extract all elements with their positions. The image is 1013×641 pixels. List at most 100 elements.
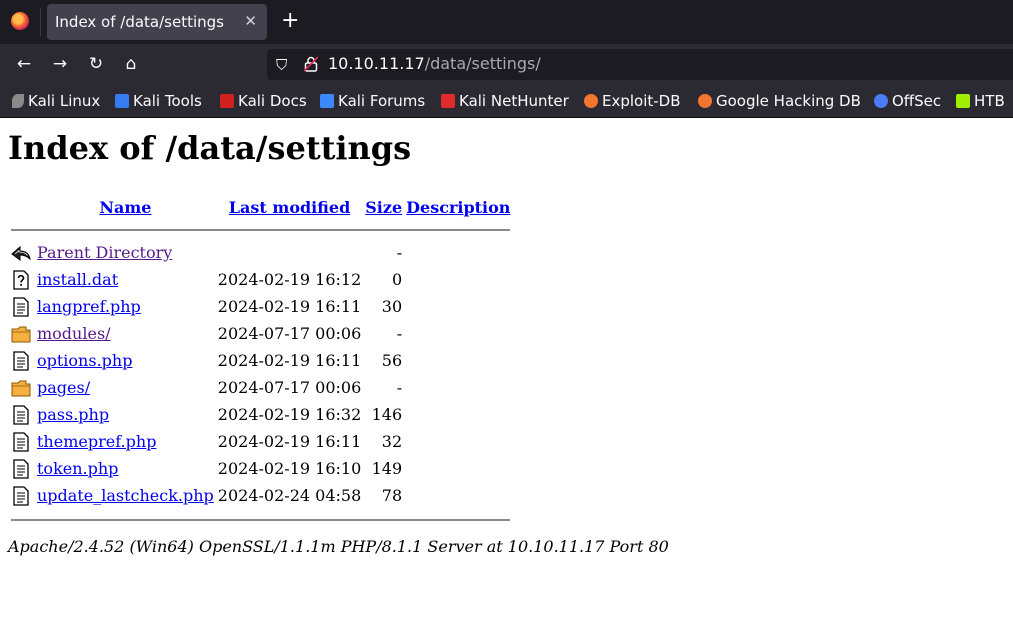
modified-cell: 2024-02-19 16:11: [217, 351, 362, 370]
firefox-logo-icon[interactable]: [11, 12, 29, 30]
kali-forums-icon: [320, 94, 334, 108]
sort-by-size-link[interactable]: Size: [365, 198, 402, 217]
page-content: Index of /data/settings Name Last modifi…: [0, 118, 1013, 641]
url-text[interactable]: 10.10.11.17/data/settings/: [328, 54, 541, 73]
bookmark-label: Kali Docs: [238, 92, 307, 110]
divider: [11, 229, 511, 231]
offsec-icon: [874, 94, 888, 108]
bookmark-label: Kali Tools: [133, 92, 202, 110]
home-button[interactable]: ⌂: [119, 44, 143, 85]
bookmark-label: HTB: [974, 92, 1005, 110]
modified-cell: 2024-02-19 16:11: [217, 297, 362, 316]
back-icon: [10, 240, 34, 265]
kali-dragon-icon: [12, 94, 24, 108]
folder-link[interactable]: pages/: [37, 378, 90, 397]
new-tab-button[interactable]: +: [281, 8, 299, 34]
header-separator-row: [10, 220, 511, 232]
bookmark-kali-forums[interactable]: Kali Forums: [320, 92, 425, 110]
file-link[interactable]: themepref.php: [37, 432, 156, 451]
tab-divider: [40, 8, 41, 36]
bookmark-label: Google Hacking DB: [716, 92, 861, 110]
table-row: install.dat 2024-02-19 16:12 0: [10, 267, 511, 292]
sort-by-name-link[interactable]: Name: [99, 198, 151, 217]
exploit-db-icon: [584, 94, 598, 108]
text-file-icon: [10, 348, 34, 373]
back-button[interactable]: ←: [12, 44, 36, 85]
size-cell: -: [396, 324, 403, 343]
tab-close-icon[interactable]: ✕: [244, 12, 257, 30]
description-cell: [405, 375, 511, 400]
folder-link[interactable]: modules/: [37, 324, 111, 343]
sort-by-modified-link[interactable]: Last modified: [229, 198, 350, 217]
modified-cell: [217, 240, 362, 265]
file-link[interactable]: install.dat: [37, 270, 118, 289]
page-title: Index of /data/settings: [8, 129, 412, 167]
file-link[interactable]: pass.php: [37, 405, 109, 424]
url-host: 10.10.11.17: [328, 54, 425, 73]
description-column-header: Description: [405, 196, 511, 218]
table-row: pages/ 2024-07-17 00:06 -: [10, 375, 511, 400]
bookmark-label: OffSec: [892, 92, 942, 110]
directory-listing-table: Name Last modified Size Description Pare…: [8, 194, 513, 524]
modified-cell: 2024-02-19 16:12: [217, 270, 362, 289]
tracking-shield-icon[interactable]: ⛉: [276, 56, 287, 74]
bookmark-kali-linux[interactable]: Kali Linux: [12, 92, 100, 110]
file-link[interactable]: options.php: [37, 351, 132, 370]
bookmark-htb[interactable]: HTB: [956, 92, 1005, 110]
navigation-bar: ← → ↻ ⌂ ⛉ 10.10.11.17/data/settings/: [0, 44, 1013, 85]
file-link[interactable]: update_lastcheck.php: [37, 486, 214, 505]
modified-cell: 2024-02-19 16:10: [217, 459, 362, 478]
url-bar[interactable]: ⛉ 10.10.11.17/data/settings/: [267, 49, 1013, 80]
size-cell: 32: [381, 432, 403, 451]
bookmark-kali-docs[interactable]: Kali Docs: [220, 92, 307, 110]
table-row: Parent Directory -: [10, 240, 511, 265]
bookmark-label: Kali Forums: [338, 92, 426, 110]
table-row: token.php 2024-02-19 16:10 149: [10, 456, 511, 481]
file-link[interactable]: token.php: [37, 459, 118, 478]
modified-cell: 2024-02-19 16:32: [217, 405, 362, 424]
table-row: options.php 2024-02-19 16:11 56: [10, 348, 511, 373]
kali-docs-icon: [220, 94, 234, 108]
reload-button[interactable]: ↻: [84, 44, 108, 85]
bookmark-offsec[interactable]: OffSec: [874, 92, 941, 110]
kali-nethunter-icon: [441, 94, 455, 108]
parent-directory-link[interactable]: Parent Directory: [37, 243, 172, 262]
bookmark-kali-tools[interactable]: Kali Tools: [115, 92, 202, 110]
description-cell: [405, 456, 511, 481]
text-file-icon: [10, 429, 34, 454]
unknown-file-icon: [10, 267, 34, 292]
bookmark-exploit-db[interactable]: Exploit-DB: [584, 92, 681, 110]
folder-icon: [10, 321, 34, 346]
description-cell: [405, 429, 511, 454]
modified-cell: 2024-07-17 00:06: [217, 378, 362, 397]
table-row: pass.php 2024-02-19 16:32 146: [10, 402, 511, 427]
size-cell: 149: [371, 459, 403, 478]
tab-active[interactable]: Index of /data/settings ✕: [47, 4, 267, 40]
size-cell: 0: [391, 270, 403, 289]
sort-by-description-link[interactable]: Description: [406, 198, 510, 217]
tab-title: Index of /data/settings: [55, 13, 224, 31]
table-header-row: Name Last modified Size Description: [10, 196, 511, 218]
size-cell: 78: [381, 486, 403, 505]
table-row: langpref.php 2024-02-19 16:11 30: [10, 294, 511, 319]
insecure-lock-icon[interactable]: [304, 56, 318, 72]
forward-button[interactable]: →: [48, 44, 72, 85]
description-cell: [405, 402, 511, 427]
size-cell: 56: [381, 351, 403, 370]
spacer-row: [10, 234, 511, 238]
htb-cube-icon: [956, 94, 970, 108]
modified-column-header: Last modified: [217, 196, 362, 218]
modified-cell: 2024-07-17 00:06: [217, 324, 362, 343]
file-link[interactable]: langpref.php: [37, 297, 141, 316]
size-column-header: Size: [364, 196, 403, 218]
bookmark-kali-nethunter[interactable]: Kali NetHunter: [441, 92, 569, 110]
bookmark-label: Kali Linux: [28, 92, 101, 110]
size-cell: 146: [371, 405, 403, 424]
bookmark-google-hacking-db[interactable]: Google Hacking DB: [698, 92, 861, 110]
google-hacking-db-icon: [698, 94, 712, 108]
description-cell: [405, 321, 511, 346]
folder-icon: [10, 375, 34, 400]
tab-bar: Index of /data/settings ✕ +: [0, 0, 1013, 44]
description-cell: [405, 294, 511, 319]
modified-cell: 2024-02-19 16:11: [217, 432, 362, 451]
